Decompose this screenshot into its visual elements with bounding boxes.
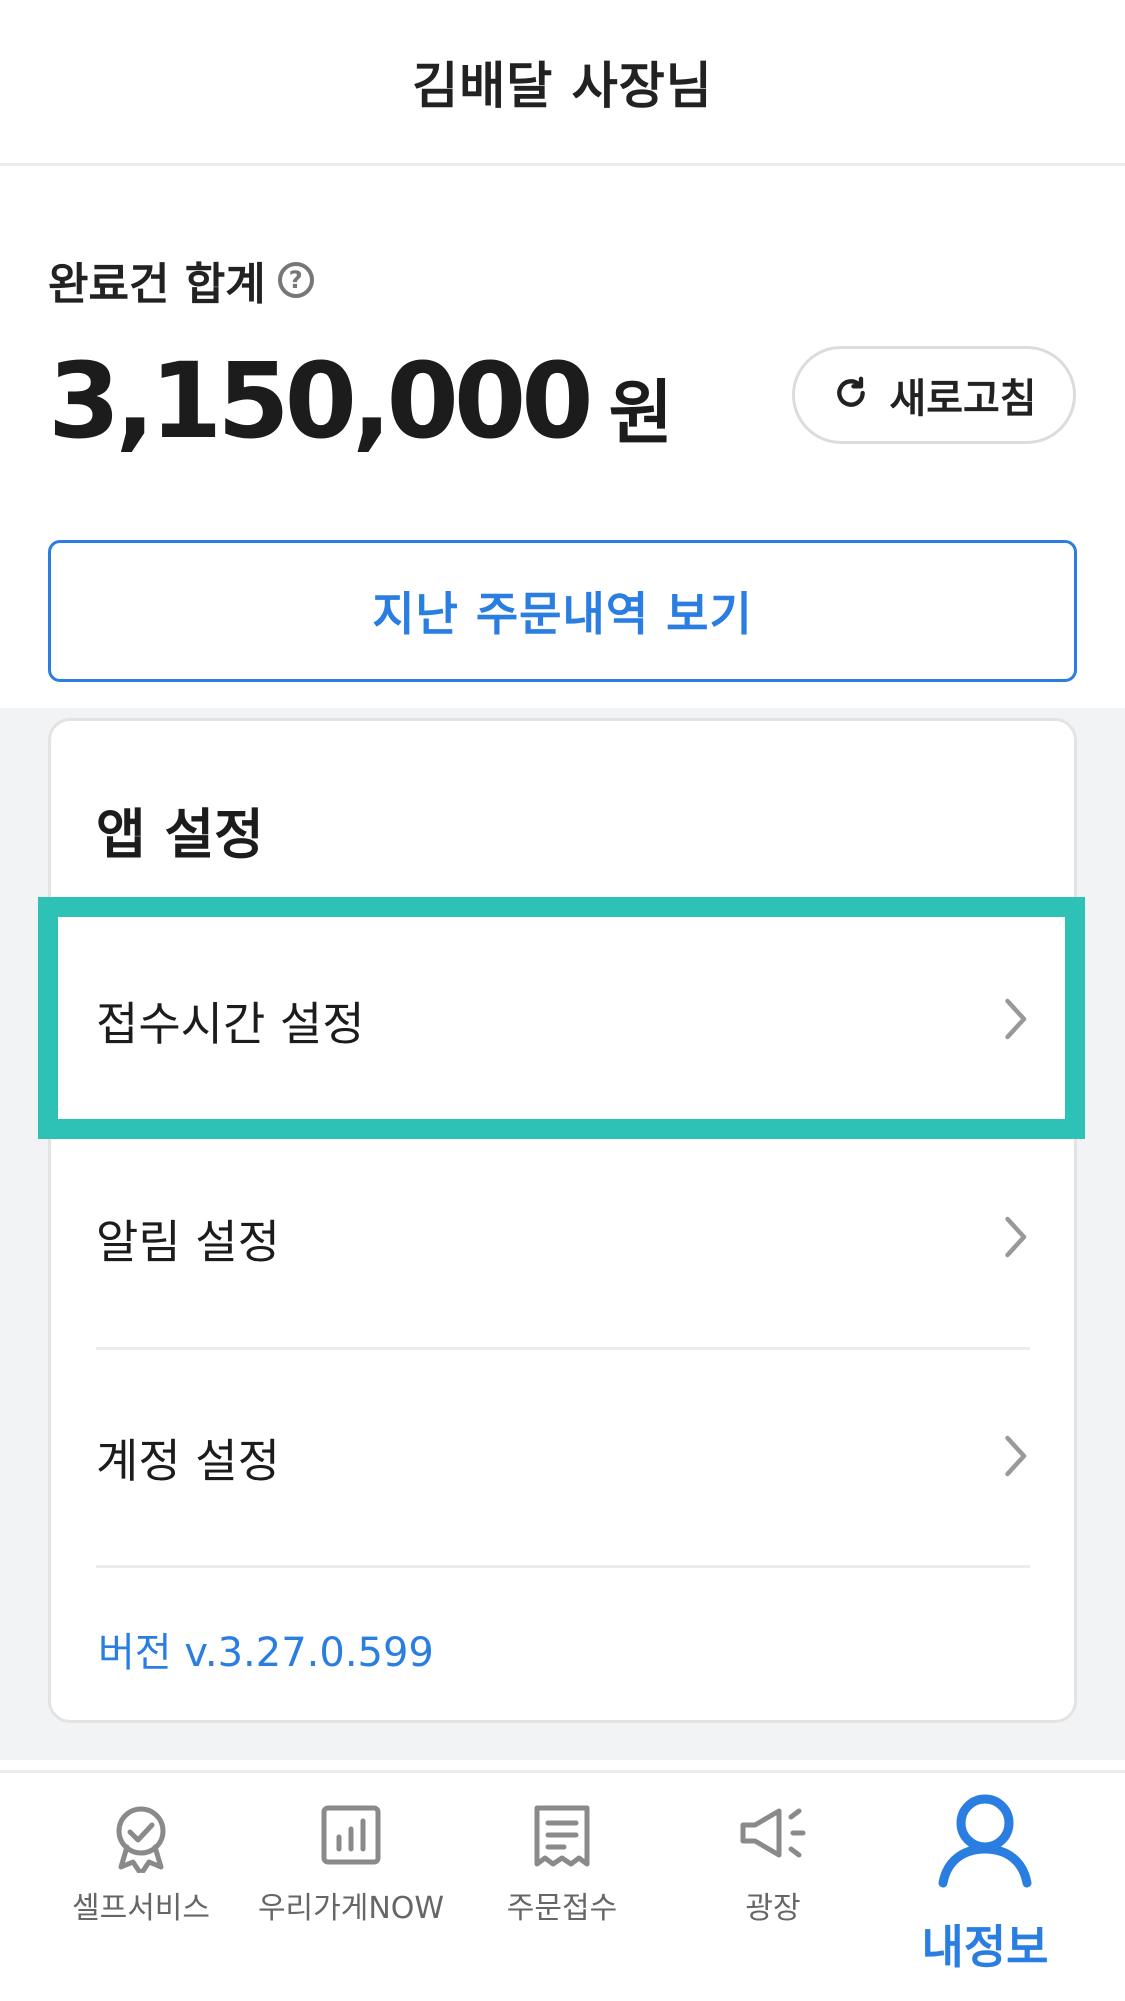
refresh-button[interactable]: 새로고침 bbox=[792, 346, 1076, 444]
nav-item-self-service[interactable]: 셀프서비스 bbox=[36, 1773, 246, 2001]
refresh-label: 새로고침 bbox=[889, 376, 1037, 422]
amount-row: 3,150,000 원 bbox=[48, 340, 673, 462]
currency-unit: 원 bbox=[608, 372, 673, 454]
nav-item-store-now[interactable]: 우리가게NOW bbox=[246, 1773, 456, 2001]
nav-label: 광장 bbox=[745, 1891, 801, 1926]
settings-item-reception-time[interactable]: 접수시간 설정 bbox=[96, 912, 1030, 1130]
settings-item-account[interactable]: 계정 설정 bbox=[96, 1349, 1030, 1567]
chevron-right-icon bbox=[1000, 1213, 1030, 1265]
megaphone-icon bbox=[737, 1803, 809, 1867]
person-icon bbox=[935, 1793, 1035, 1893]
bottom-nav: 셀프서비스 우리가게NOW 주문접수 광장 내정보 bbox=[0, 1770, 1125, 2001]
summary-label: 완료건 합계 bbox=[48, 259, 266, 310]
settings-item-notification[interactable]: 알림 설정 bbox=[96, 1130, 1030, 1348]
order-history-label: 지난 주문내역 보기 bbox=[372, 587, 753, 641]
nav-item-my-info[interactable]: 내정보 bbox=[880, 1773, 1090, 2001]
refresh-icon bbox=[831, 373, 871, 417]
nav-item-plaza[interactable]: 광장 bbox=[668, 1773, 878, 2001]
chevron-right-icon bbox=[1000, 995, 1030, 1047]
receipt-icon bbox=[532, 1803, 592, 1873]
nav-label: 내정보 bbox=[921, 1920, 1049, 1974]
settings-item-label: 알림 설정 bbox=[96, 1215, 280, 1269]
divider bbox=[96, 1565, 1030, 1568]
page-title: 김배달 사장님 bbox=[412, 56, 713, 115]
app-header: 김배달 사장님 bbox=[0, 0, 1125, 166]
badge-check-icon bbox=[109, 1803, 173, 1877]
summary-label-row: 완료건 합계 ? bbox=[48, 248, 314, 312]
settings-item-label: 접수시간 설정 bbox=[96, 997, 365, 1051]
nav-label: 셀프서비스 bbox=[72, 1891, 210, 1926]
total-amount: 3,150,000 bbox=[48, 340, 594, 462]
settings-item-label: 계정 설정 bbox=[96, 1434, 280, 1488]
nav-label: 우리가게NOW bbox=[257, 1891, 445, 1926]
nav-label: 주문접수 bbox=[506, 1891, 618, 1926]
bar-chart-icon bbox=[319, 1803, 383, 1871]
settings-title: 앱 설정 bbox=[96, 803, 264, 866]
help-icon[interactable]: ? bbox=[277, 262, 314, 298]
order-history-button[interactable]: 지난 주문내역 보기 bbox=[48, 540, 1077, 682]
app-version: 버전 v.3.27.0.599 bbox=[98, 1630, 434, 1676]
nav-item-order-reception[interactable]: 주문접수 bbox=[457, 1773, 667, 2001]
chevron-right-icon bbox=[1000, 1432, 1030, 1484]
